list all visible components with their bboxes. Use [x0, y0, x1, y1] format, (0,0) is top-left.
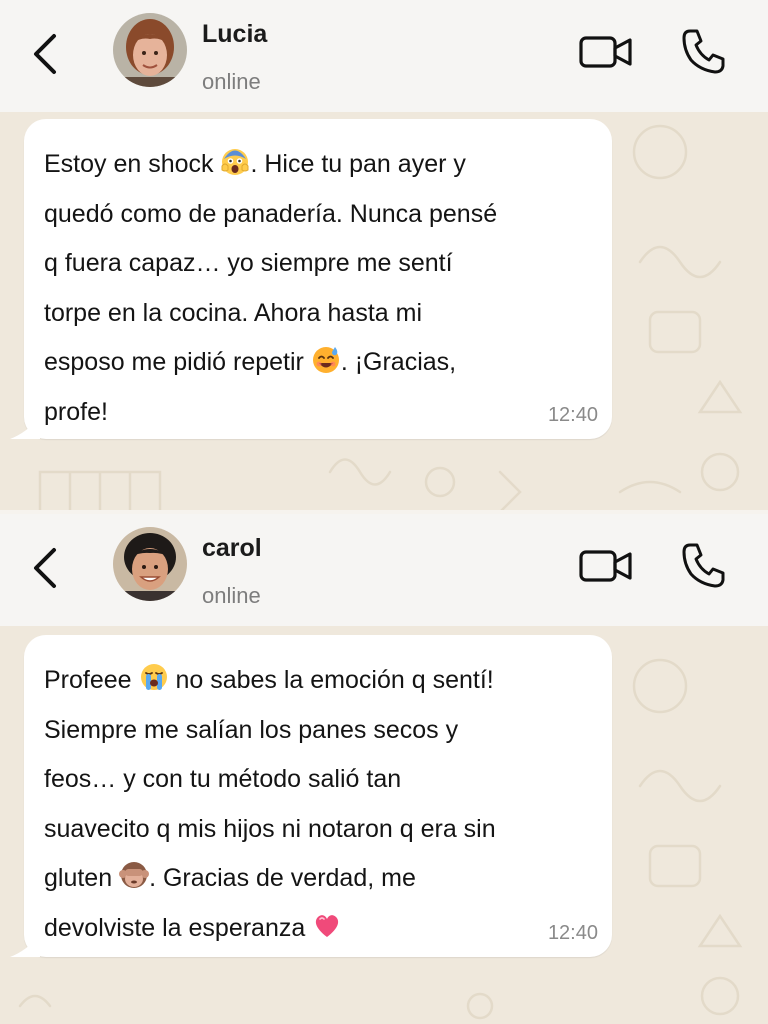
message-bubble[interactable]: Estoy en shock . Hice tu pan ayer y qued… [10, 119, 612, 439]
phone-call-button[interactable] [680, 540, 728, 590]
contact-status: online [202, 583, 261, 608]
screaming-face-emoji [220, 146, 250, 176]
message-bubble[interactable]: Profeee no sabes la emoción q sentí! Sie… [10, 635, 612, 957]
avatar-photo [113, 13, 187, 87]
pink-heart-emoji [312, 910, 342, 940]
bubble-tail [10, 935, 40, 957]
chat-header: carol online [0, 514, 768, 626]
phone-call-button[interactable] [680, 26, 728, 76]
message-time: 12:40 [547, 404, 598, 426]
video-call-button[interactable] [578, 32, 634, 72]
message-time: 12:40 [547, 922, 598, 944]
avatar-photo [113, 527, 187, 601]
message-text: Profeee no sabes la emoción q sentí! Sie… [44, 656, 594, 953]
back-button[interactable] [28, 544, 64, 592]
loudly-crying-face-emoji [139, 662, 169, 692]
bubble-tail [10, 417, 40, 439]
phone-call-icon [682, 543, 725, 588]
back-arrow-icon [34, 34, 56, 74]
avatar[interactable] [113, 527, 187, 601]
chat-panel-carol: carol online Profeee no sabes la emoción… [0, 514, 768, 1024]
back-button[interactable] [28, 30, 64, 78]
contact-name[interactable]: carol [202, 534, 262, 563]
chat-panel-lucia: Lucia online Estoy en shock . Hice tu pa… [0, 0, 768, 510]
phone-call-icon [682, 29, 725, 74]
back-arrow-icon [34, 548, 56, 588]
video-call-icon [579, 36, 632, 68]
video-call-button[interactable] [578, 546, 634, 586]
see-no-evil-monkey-emoji [119, 860, 150, 890]
video-call-icon [579, 550, 632, 582]
message-text: Estoy en shock . Hice tu pan ayer y qued… [44, 140, 594, 437]
chat-header: Lucia online [0, 0, 768, 112]
smiling-sweat-emoji [311, 344, 341, 374]
contact-name[interactable]: Lucia [202, 20, 267, 49]
avatar[interactable] [113, 13, 187, 87]
contact-status: online [202, 69, 261, 94]
